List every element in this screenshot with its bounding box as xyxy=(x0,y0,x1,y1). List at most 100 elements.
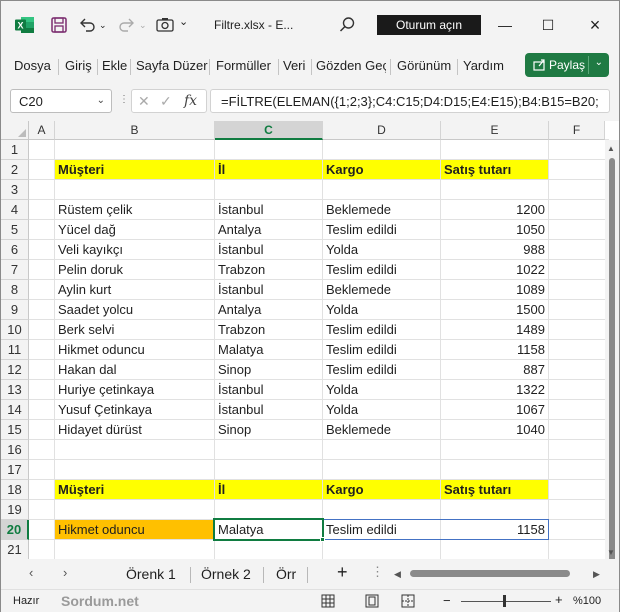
share-button[interactable]: Paylaş ⌄ xyxy=(525,53,609,77)
undo-icon[interactable] xyxy=(77,15,97,35)
row-header-19[interactable]: 19 xyxy=(1,500,29,520)
zoom-in-icon[interactable]: + xyxy=(555,592,563,607)
tab-data[interactable]: Veri xyxy=(283,58,305,73)
lookup-title-kargo[interactable]: Kargo xyxy=(323,480,441,500)
row-header-14[interactable]: 14 xyxy=(1,400,29,420)
row-header-5[interactable]: 5 xyxy=(1,220,29,240)
tab-home[interactable]: Giriş xyxy=(65,58,92,73)
tab-view[interactable]: Görünüm xyxy=(397,58,451,73)
table-cell-musteri[interactable]: Yücel dağ xyxy=(55,220,215,240)
insert-function-icon[interactable]: fx xyxy=(184,93,197,109)
table-cell-il[interactable]: Trabzon xyxy=(215,320,323,340)
row-header-16[interactable]: 16 xyxy=(1,440,29,460)
table-cell-satis[interactable]: 887 xyxy=(441,360,549,380)
row-header-20[interactable]: 20 xyxy=(1,520,29,540)
row-header-18[interactable]: 18 xyxy=(1,480,29,500)
chevron-right-icon[interactable]: › xyxy=(63,565,67,580)
table-cell-satis[interactable]: 1200 xyxy=(441,200,549,220)
table-cell-il[interactable]: Antalya xyxy=(215,220,323,240)
column-title-kargo[interactable]: Kargo xyxy=(323,160,441,180)
table-cell-kargo[interactable]: Beklemede xyxy=(323,200,441,220)
table-cell-kargo[interactable]: Beklemede xyxy=(323,280,441,300)
scroll-down-icon[interactable]: ▼ xyxy=(607,548,615,557)
customize-toolbar-icon[interactable]: ⌄ xyxy=(179,15,199,35)
table-cell-kargo[interactable]: Teslim edildi xyxy=(323,220,441,240)
table-cell-musteri[interactable]: Veli kayıkçı xyxy=(55,240,215,260)
chevron-left-icon[interactable]: ‹ xyxy=(29,565,33,580)
table-cell-musteri[interactable]: Rüstem çelik xyxy=(55,200,215,220)
table-cell-il[interactable]: Sinop xyxy=(215,420,323,440)
table-cell-musteri[interactable]: Berk selvi xyxy=(55,320,215,340)
row-header-10[interactable]: 10 xyxy=(1,320,29,340)
row-header-13[interactable]: 13 xyxy=(1,380,29,400)
table-cell-il[interactable]: Sinop xyxy=(215,360,323,380)
table-cell-musteri[interactable]: Huriye çetinkaya xyxy=(55,380,215,400)
table-cell-satis[interactable]: 1089 xyxy=(441,280,549,300)
zoom-slider[interactable] xyxy=(461,601,551,602)
table-cell-musteri[interactable]: Pelin doruk xyxy=(55,260,215,280)
table-cell-il[interactable]: İstanbul xyxy=(215,400,323,420)
table-cell-kargo[interactable]: Yolda xyxy=(323,380,441,400)
fill-handle[interactable] xyxy=(320,537,325,542)
table-cell-il[interactable]: İstanbul xyxy=(215,200,323,220)
search-icon[interactable] xyxy=(337,15,357,35)
zoom-level[interactable]: %100 xyxy=(573,595,601,607)
enter-icon[interactable]: ✓ xyxy=(160,93,172,110)
sheet-tab-orr[interactable]: Örr xyxy=(276,566,296,582)
column-header-c[interactable]: C xyxy=(215,121,323,140)
column-title-musteri[interactable]: Müşteri xyxy=(55,160,215,180)
table-cell-il[interactable]: Antalya xyxy=(215,300,323,320)
table-cell-satis[interactable]: 1322 xyxy=(441,380,549,400)
table-cell-il[interactable]: İstanbul xyxy=(215,280,323,300)
page-layout-view-icon[interactable] xyxy=(365,594,379,608)
table-cell-kargo[interactable]: Beklemede xyxy=(323,420,441,440)
select-all-corner[interactable] xyxy=(1,121,29,140)
row-header-15[interactable]: 15 xyxy=(1,420,29,440)
scroll-right-icon[interactable]: ▶ xyxy=(593,569,600,580)
worksheet-grid[interactable]: A B C D E F 1 2 3 4 5 6 7 8 9 10 11 12 13 14 15 16 17 18 19 20 21 M… xyxy=(1,121,619,559)
maximize-icon[interactable]: ☐ xyxy=(538,15,558,35)
table-cell-il[interactable]: Trabzon xyxy=(215,260,323,280)
row-header-12[interactable]: 12 xyxy=(1,360,29,380)
row-header-9[interactable]: 9 xyxy=(1,300,29,320)
lookup-title-musteri[interactable]: Müşteri xyxy=(55,480,215,500)
table-cell-kargo[interactable]: Yolda xyxy=(323,300,441,320)
sheet-tab-ornek-2[interactable]: Örnek 2 xyxy=(201,566,251,582)
horizontal-scrollbar[interactable] xyxy=(410,570,570,577)
table-cell-musteri[interactable]: Aylin kurt xyxy=(55,280,215,300)
table-cell-kargo[interactable]: Yolda xyxy=(323,400,441,420)
row-header-6[interactable]: 6 xyxy=(1,240,29,260)
tab-help[interactable]: Yardım xyxy=(463,58,504,73)
table-cell-musteri[interactable]: Yusuf Çetinkaya xyxy=(55,400,215,420)
table-cell-satis[interactable]: 1050 xyxy=(441,220,549,240)
sheet-tab-orenk-1[interactable]: Örenk 1 xyxy=(126,566,176,582)
table-cell-satis[interactable]: 988 xyxy=(441,240,549,260)
tab-file[interactable]: Dosya xyxy=(14,58,51,73)
chevron-down-icon[interactable]: ⌄ xyxy=(97,95,105,106)
table-cell-satis[interactable]: 1500 xyxy=(441,300,549,320)
column-header-f[interactable]: F xyxy=(549,121,605,140)
table-cell-kargo[interactable]: Teslim edildi xyxy=(323,320,441,340)
table-cell-kargo[interactable]: Teslim edildi xyxy=(323,260,441,280)
formula-input[interactable]: =FİLTRE(ELEMAN({1;2;3};C4:C15;D4:D15;E4:… xyxy=(210,89,610,113)
row-header-2[interactable]: 2 xyxy=(1,160,29,180)
column-header-b[interactable]: B xyxy=(55,121,215,140)
page-break-view-icon[interactable] xyxy=(401,594,415,608)
column-header-d[interactable]: D xyxy=(323,121,441,140)
row-header-1[interactable]: 1 xyxy=(1,140,29,160)
table-cell-satis[interactable]: 1489 xyxy=(441,320,549,340)
zoom-slider-knob[interactable] xyxy=(503,595,506,607)
table-cell-kargo[interactable]: Yolda xyxy=(323,240,441,260)
name-box[interactable]: C20 ⌄ xyxy=(10,89,112,113)
camera-icon[interactable] xyxy=(155,15,175,35)
tab-review[interactable]: Gözden Geç xyxy=(316,58,386,73)
tab-page-layout[interactable]: Sayfa Düzer xyxy=(136,58,208,73)
vertical-scrollbar[interactable]: ▲ ▼ xyxy=(605,140,619,559)
chevron-down-icon[interactable]: ⌄ xyxy=(595,57,603,68)
table-cell-satis[interactable]: 1067 xyxy=(441,400,549,420)
table-cell-musteri[interactable]: Saadet yolcu xyxy=(55,300,215,320)
active-cell-selection[interactable] xyxy=(213,518,324,541)
scroll-left-icon[interactable]: ◀ xyxy=(394,569,401,580)
cancel-icon[interactable]: ✕ xyxy=(138,93,150,110)
column-header-e[interactable]: E xyxy=(441,121,549,140)
